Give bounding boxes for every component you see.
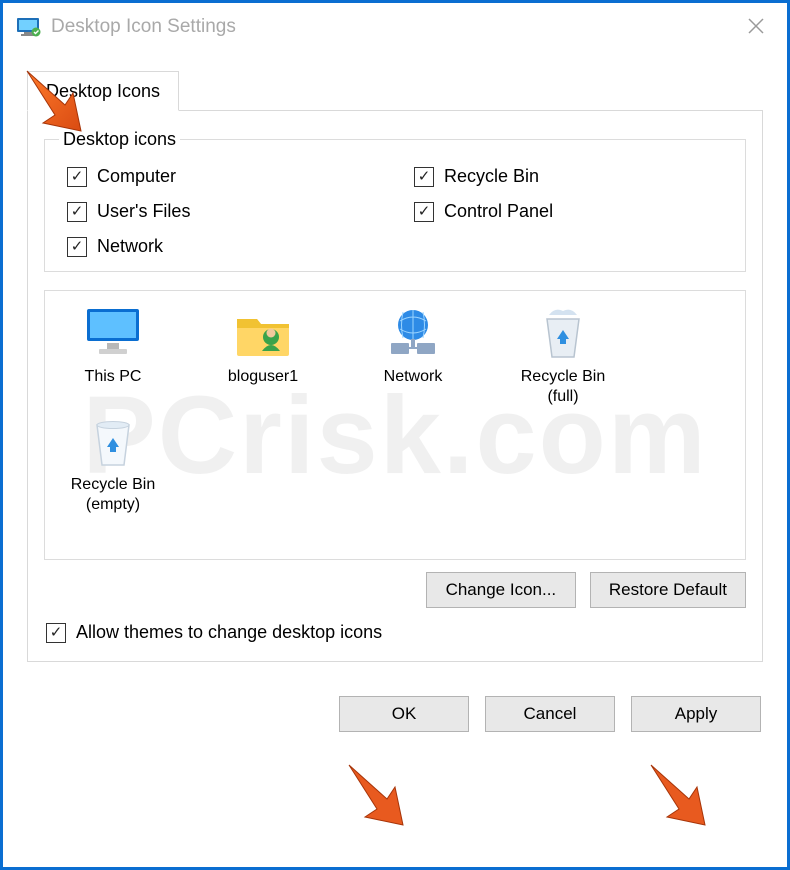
checkbox-grid: ✓ Computer ✓ Recycle Bin ✓ User's Files [59, 160, 731, 257]
desktop-icons-legend: Desktop icons [59, 129, 180, 150]
checkbox-box: ✓ [414, 202, 434, 222]
checkbox-box: ✓ [67, 237, 87, 257]
icon-label: Recycle Bin (full) [503, 367, 623, 407]
icon-item-network[interactable]: Network [353, 305, 473, 407]
annotation-arrow-icon [641, 755, 721, 835]
restore-default-button[interactable]: Restore Default [590, 572, 746, 608]
checkbox-computer[interactable]: ✓ Computer [67, 166, 384, 187]
checkbox-control-panel[interactable]: ✓ Control Panel [414, 201, 731, 222]
tab-desktop-icons[interactable]: Desktop Icons [27, 71, 179, 111]
computer-icon [81, 305, 145, 361]
checkbox-label: Allow themes to change desktop icons [76, 622, 382, 643]
checkbox-label: Computer [97, 166, 176, 187]
icon-label: Network [353, 367, 473, 387]
checkbox-box: ✓ [46, 623, 66, 643]
checkbox-recycle-bin[interactable]: ✓ Recycle Bin [414, 166, 731, 187]
ok-button[interactable]: OK [339, 696, 469, 732]
close-button[interactable] [739, 14, 773, 40]
system-icon [17, 16, 41, 38]
change-icon-button[interactable]: Change Icon... [426, 572, 576, 608]
icon-label: This PC [53, 367, 173, 387]
icon-item-this-pc[interactable]: This PC [53, 305, 173, 407]
dialog-buttons-row: OK Cancel Apply [27, 696, 763, 732]
icon-label: Recycle Bin (empty) [53, 475, 173, 515]
icon-item-recycle-bin-full[interactable]: Recycle Bin (full) [503, 305, 623, 407]
recycle-bin-full-icon [531, 305, 595, 361]
desktop-icons-group: Desktop icons ✓ Computer ✓ Recycle Bin ✓ [44, 129, 746, 272]
icon-item-recycle-bin-empty[interactable]: Recycle Bin (empty) [53, 413, 173, 515]
checkbox-users-files[interactable]: ✓ User's Files [67, 201, 384, 222]
checkbox-label: Control Panel [444, 201, 553, 222]
recycle-bin-empty-icon [81, 413, 145, 469]
checkbox-box: ✓ [67, 167, 87, 187]
checkbox-label: Network [97, 236, 163, 257]
checkbox-label: Recycle Bin [444, 166, 539, 187]
checkbox-network[interactable]: ✓ Network [67, 236, 384, 257]
user-folder-icon [231, 305, 295, 361]
checkbox-box: ✓ [67, 202, 87, 222]
icon-list: This PC bloguser1 [53, 305, 737, 515]
client-area: Desktop Icons Desktop icons ✓ Computer ✓… [3, 71, 787, 754]
checkbox-label: User's Files [97, 201, 190, 222]
title-bar: Desktop Icon Settings [3, 3, 787, 51]
network-icon [381, 305, 445, 361]
icon-preview-box: This PC bloguser1 [44, 290, 746, 560]
icon-buttons-row: Change Icon... Restore Default [44, 572, 746, 608]
dialog-window: PCrisk.com Desktop Icon Settings Desktop… [0, 0, 790, 870]
icon-label: bloguser1 [203, 367, 323, 387]
tab-body: Desktop icons ✓ Computer ✓ Recycle Bin ✓ [27, 110, 763, 662]
annotation-arrow-icon [339, 755, 419, 835]
close-icon [748, 18, 764, 34]
checkbox-box: ✓ [414, 167, 434, 187]
window-title: Desktop Icon Settings [51, 16, 739, 38]
cancel-button[interactable]: Cancel [485, 696, 615, 732]
icon-item-user[interactable]: bloguser1 [203, 305, 323, 407]
apply-button[interactable]: Apply [631, 696, 761, 732]
allow-themes-checkbox[interactable]: ✓ Allow themes to change desktop icons [44, 622, 746, 643]
tab-strip: Desktop Icons Desktop icons ✓ Computer ✓… [27, 71, 763, 662]
